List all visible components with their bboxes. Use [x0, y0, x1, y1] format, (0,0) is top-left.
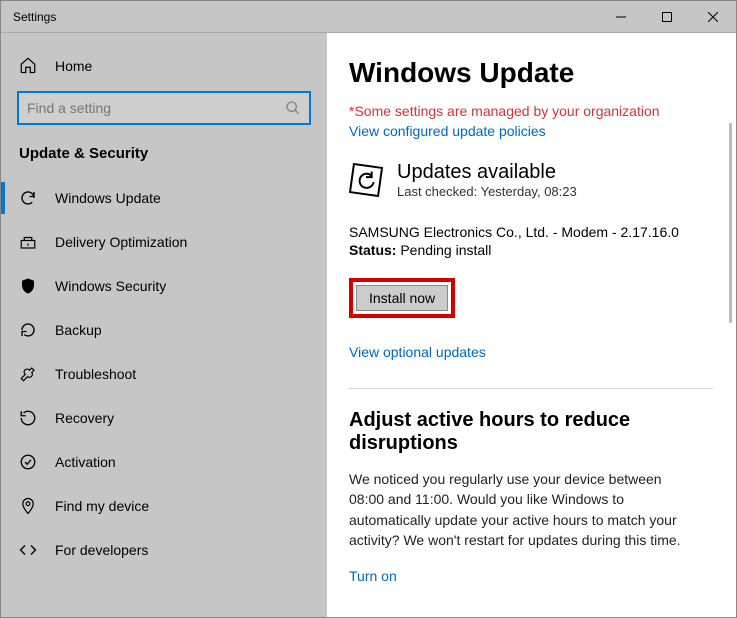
wrench-icon — [19, 365, 37, 383]
nav-troubleshoot[interactable]: Troubleshoot — [1, 352, 327, 396]
minimize-button[interactable] — [598, 1, 644, 33]
backup-icon — [19, 321, 37, 339]
nav-label: Recovery — [55, 410, 114, 426]
nav-for-developers[interactable]: For developers — [1, 528, 327, 572]
check-circle-icon — [19, 453, 37, 471]
nav-windows-security[interactable]: Windows Security — [1, 264, 327, 308]
scrollbar[interactable] — [729, 123, 732, 323]
nav-label: Backup — [55, 322, 102, 338]
nav-label: Troubleshoot — [55, 366, 136, 382]
nav-label: For developers — [55, 542, 148, 558]
status-label: Status: — [349, 242, 396, 258]
category-header: Update & Security — [1, 139, 327, 176]
optional-updates-link[interactable]: View optional updates — [349, 344, 714, 360]
home-label: Home — [55, 58, 92, 74]
search-icon — [285, 100, 301, 116]
active-hours-heading: Adjust active hours to reduce disruption… — [349, 409, 714, 455]
close-button[interactable] — [690, 1, 736, 33]
nav-label: Windows Update — [55, 190, 161, 206]
delivery-icon — [19, 233, 37, 251]
shield-icon — [19, 277, 37, 295]
last-checked-text: Last checked: Yesterday, 08:23 — [397, 184, 577, 199]
nav-delivery-optimization[interactable]: Delivery Optimization — [1, 220, 327, 264]
titlebar: Settings — [1, 1, 736, 33]
policy-link[interactable]: View configured update policies — [349, 123, 714, 139]
nav-backup[interactable]: Backup — [1, 308, 327, 352]
install-now-button[interactable]: Install now — [356, 285, 448, 311]
window-title: Settings — [1, 10, 598, 24]
search-input-wrap[interactable] — [17, 91, 311, 125]
nav-label: Activation — [55, 454, 116, 470]
sidebar: Home Update & Security Windows Update De… — [1, 33, 327, 617]
update-sync-icon — [349, 161, 383, 200]
recovery-icon — [19, 409, 37, 427]
status-line: Status: Pending install — [349, 242, 714, 258]
nav-label: Find my device — [55, 498, 149, 514]
nav-label: Windows Security — [55, 278, 166, 294]
nav-find-my-device[interactable]: Find my device — [1, 484, 327, 528]
install-highlight-box: Install now — [349, 278, 455, 318]
home-nav[interactable]: Home — [1, 45, 327, 87]
updates-available-title: Updates available — [397, 161, 577, 184]
status-value: Pending install — [396, 242, 491, 258]
sync-icon — [19, 189, 37, 207]
location-icon — [19, 497, 37, 515]
driver-line: SAMSUNG Electronics Co., Ltd. - Modem - … — [349, 224, 714, 240]
code-icon — [19, 541, 37, 559]
home-icon — [19, 56, 37, 77]
policy-note: *Some settings are managed by your organ… — [349, 103, 714, 119]
nav-label: Delivery Optimization — [55, 234, 187, 250]
nav-recovery[interactable]: Recovery — [1, 396, 327, 440]
page-title: Windows Update — [349, 57, 714, 89]
nav-activation[interactable]: Activation — [1, 440, 327, 484]
section-divider — [349, 388, 714, 389]
search-input[interactable] — [27, 100, 285, 116]
nav-windows-update[interactable]: Windows Update — [1, 176, 327, 220]
maximize-button[interactable] — [644, 1, 690, 33]
active-hours-body: We noticed you regularly use your device… — [349, 469, 689, 550]
main-panel: Windows Update *Some settings are manage… — [327, 33, 736, 617]
turn-on-link[interactable]: Turn on — [349, 568, 714, 584]
